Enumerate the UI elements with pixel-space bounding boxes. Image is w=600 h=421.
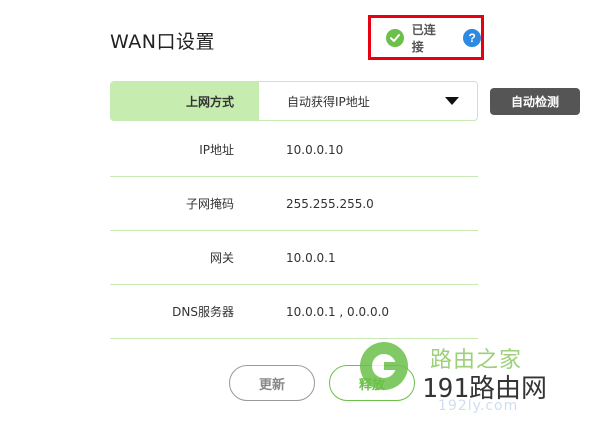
info-label: IP地址 xyxy=(199,143,234,157)
connection-type-value: 自动获得IP地址 xyxy=(287,94,370,109)
connection-status: 已连接 ? xyxy=(368,15,484,60)
auto-detect-button[interactable]: 自动检测 xyxy=(490,88,580,115)
dropdown-arrow-icon[interactable] xyxy=(445,97,459,105)
connection-type-select[interactable]: 自动获得IP地址 xyxy=(259,82,477,120)
watermark-digits: 191 xyxy=(422,374,469,404)
watermark-main-text: 191路由网 xyxy=(422,368,547,405)
info-row-dns: DNS服务器 10.0.0.1 , 0.0.0.0 xyxy=(110,285,478,339)
info-row-ip: IP地址 10.0.0.10 xyxy=(110,123,478,177)
refresh-button[interactable]: 更新 xyxy=(229,365,315,401)
info-value: 10.0.0.10 xyxy=(286,142,344,157)
info-value: 255.255.255.0 xyxy=(286,196,374,211)
page-title: WAN口设置 xyxy=(110,31,215,53)
info-label: DNS服务器 xyxy=(172,305,234,319)
help-icon[interactable]: ? xyxy=(463,28,481,47)
info-label: 网关 xyxy=(209,251,234,265)
info-row-subnet: 子网掩码 255.255.255.0 xyxy=(110,177,478,231)
check-circle-icon xyxy=(386,28,404,47)
info-row-gateway: 网关 10.0.0.1 xyxy=(110,231,478,285)
watermark-top-text: 路由之家 xyxy=(430,348,523,373)
watermark-url: 192ly.com xyxy=(438,398,519,414)
info-value: 10.0.0.1 xyxy=(286,250,336,265)
info-value: 10.0.0.1 , 0.0.0.0 xyxy=(286,304,390,319)
release-button[interactable]: 释放 xyxy=(329,365,415,401)
status-text: 已连接 xyxy=(411,22,436,54)
connection-type-label: 上网方式 xyxy=(111,82,259,120)
watermark-brand: 路由网 xyxy=(468,374,547,404)
connection-type-row: 上网方式 自动获得IP地址 xyxy=(110,81,478,121)
info-label: 子网掩码 xyxy=(185,197,234,211)
